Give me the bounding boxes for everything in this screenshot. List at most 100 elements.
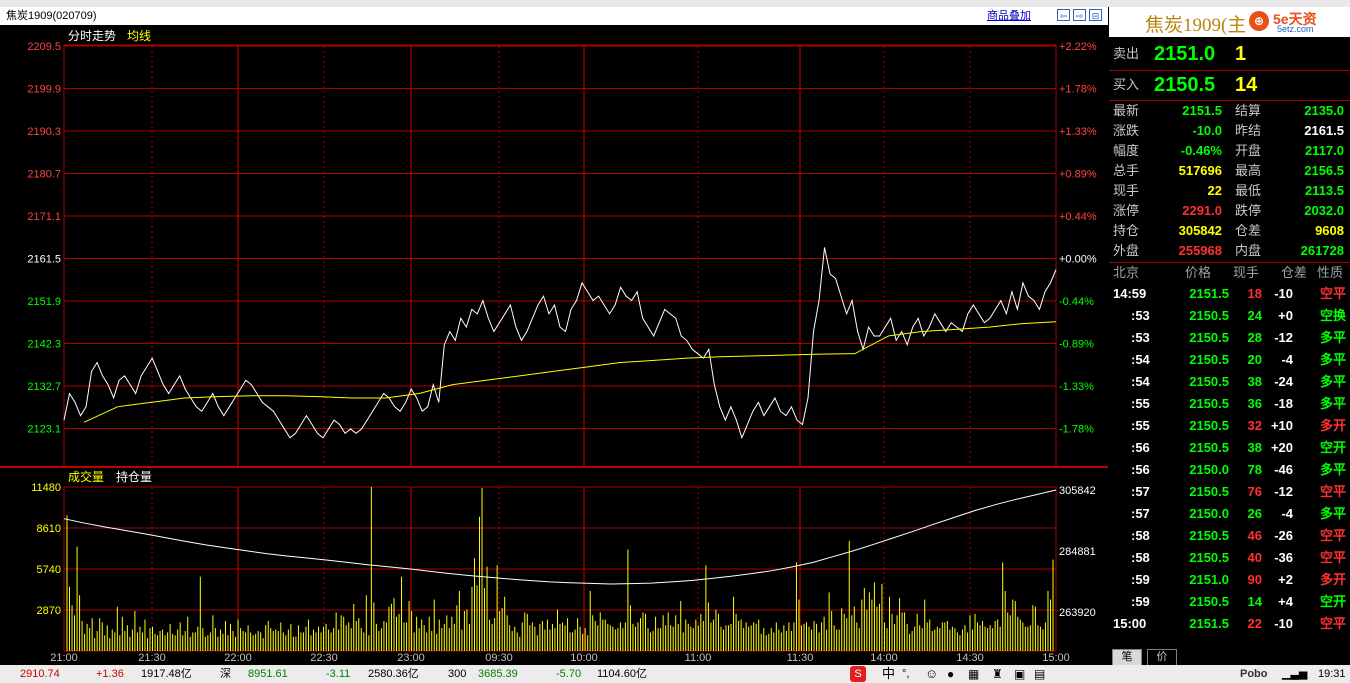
- toolbox-icon[interactable]: ▣: [1014, 665, 1025, 683]
- time-tick-label: 11:30: [787, 652, 814, 664]
- sell-qty: 1: [1235, 43, 1247, 65]
- avg-line-label: 均线: [127, 29, 151, 43]
- overlay-commodity-link[interactable]: 商品叠加: [987, 7, 1031, 25]
- tab-price[interactable]: 价: [1147, 649, 1177, 666]
- tick-row[interactable]: :59 2150.5 14 +4 空开: [1109, 591, 1350, 613]
- time-tick-label: 14:00: [870, 652, 898, 664]
- emoji-icon[interactable]: ☺: [925, 665, 938, 683]
- quote-panel: 焦炭1909(主 ⊕ 5e天资 5etz.com 卖出 2151.0 1 买入 …: [1109, 7, 1350, 666]
- tick-oi-change: +20: [1270, 440, 1293, 455]
- price-tick-label: 2142.3: [27, 339, 61, 351]
- cy-amount: 1104.60亿: [597, 668, 647, 680]
- time-tick-label: 22:00: [224, 652, 252, 664]
- tick-row[interactable]: :55 2150.5 36 -18 多平: [1109, 393, 1350, 415]
- volume-tick-label: 8610: [37, 523, 61, 535]
- tick-time: :56: [1131, 462, 1150, 477]
- chart-grid: [0, 44, 1108, 652]
- tick-row[interactable]: 15:00 2151.5 22 -10 空平: [1109, 613, 1350, 635]
- tick-qty: 14: [1247, 594, 1262, 609]
- stat-label: 幅度: [1113, 143, 1140, 158]
- buy-price: 2150.5: [1154, 74, 1216, 96]
- stat-label: 昨结: [1235, 123, 1262, 138]
- tick-oi-change: -10: [1274, 616, 1293, 631]
- tick-row[interactable]: :54 2150.5 20 -4 多平: [1109, 349, 1350, 371]
- tick-type: 多平: [1319, 462, 1346, 477]
- tick-row[interactable]: :53 2150.5 28 -12 多平: [1109, 327, 1350, 349]
- tab-trades[interactable]: 笔: [1112, 649, 1142, 666]
- sz-index[interactable]: 8951.61: [248, 665, 288, 683]
- tick-price: 2150.5: [1189, 330, 1229, 345]
- ime-mode[interactable]: 中: [882, 665, 895, 683]
- toggle-panel-icon[interactable]: ⊟: [1089, 9, 1102, 21]
- pct-tick-label: +0.00%: [1059, 254, 1097, 266]
- grid-icon[interactable]: ▤: [1034, 665, 1045, 683]
- tick-time: :57: [1131, 484, 1150, 499]
- cy-index[interactable]: 3685.39: [478, 665, 518, 683]
- tick-time: :59: [1131, 594, 1150, 609]
- tick-price: 2150.5: [1189, 550, 1229, 565]
- brand-label: Pobo: [1240, 668, 1268, 680]
- logo-mark-icon: ⊕: [1249, 11, 1269, 31]
- time-tick-label: 23:00: [397, 652, 425, 664]
- stat-value: 2156.5: [1304, 163, 1344, 178]
- tick-qty: 26: [1247, 506, 1262, 521]
- time-tick-label: 14:30: [956, 652, 984, 664]
- tick-row[interactable]: :56 2150.0 78 -46 多平: [1109, 459, 1350, 481]
- tick-row[interactable]: :56 2150.5 38 +20 空开: [1109, 437, 1350, 459]
- tick-qty: 78: [1247, 462, 1262, 477]
- sh-index[interactable]: 2910.74: [20, 665, 60, 683]
- oi-tick-label: 305842: [1059, 485, 1096, 497]
- tick-qty: 22: [1247, 616, 1262, 631]
- prev-arrow-icon[interactable]: ⇦: [1057, 9, 1070, 21]
- stat-value: 2151.5: [1182, 103, 1222, 118]
- tick-row[interactable]: :57 2150.0 26 -4 多平: [1109, 503, 1350, 525]
- sell-row: 卖出 2151.0 1: [1109, 39, 1350, 69]
- stat-row: 幅度 -0.46% 开盘 2117.0: [1109, 141, 1350, 161]
- stat-value: 517696: [1178, 163, 1222, 178]
- tick-row[interactable]: :59 2151.0 90 +2 多开: [1109, 569, 1350, 591]
- sz-market-label: 深: [220, 668, 231, 680]
- tick-row[interactable]: :54 2150.5 38 -24 多平: [1109, 371, 1350, 393]
- mic-icon[interactable]: ●: [947, 665, 954, 683]
- tick-type: 空平: [1319, 616, 1346, 631]
- tick-oi-change: +2: [1278, 572, 1293, 587]
- intraday-chart[interactable]: 分时走势 均线 2209.5 +2.22% 2199.9 +1.78% 2190.3 +1…: [0, 25, 1108, 665]
- tick-row[interactable]: 14:59 2151.5 18 -10 空平: [1109, 283, 1350, 305]
- tick-oi-change: -26: [1274, 528, 1293, 543]
- tick-type: 空平: [1319, 550, 1346, 565]
- keyboard-icon[interactable]: ▦: [968, 665, 979, 683]
- tick-row[interactable]: :55 2150.5 32 +10 多开: [1109, 415, 1350, 437]
- tick-type: 多平: [1319, 506, 1346, 521]
- clothes-icon[interactable]: ♜: [992, 665, 1003, 683]
- pct-tick-label: -0.89%: [1059, 339, 1094, 351]
- input-method-icon[interactable]: S: [850, 666, 866, 682]
- tick-price: 2150.5: [1189, 528, 1229, 543]
- ime-punct-icon[interactable]: °,: [902, 665, 909, 683]
- stat-value: 261728: [1300, 243, 1344, 258]
- tick-qty: 32: [1247, 418, 1262, 433]
- stat-label: 开盘: [1235, 143, 1262, 158]
- price-tick-label: 2161.5: [27, 254, 61, 266]
- sz-amount: 2580.36亿: [368, 668, 419, 680]
- tick-type: 空开: [1319, 440, 1346, 455]
- stat-row: 持仓 305842 仓差 9608: [1109, 221, 1350, 241]
- stat-value: -10.0: [1192, 123, 1222, 138]
- tick-row[interactable]: :58 2150.5 46 -26 空平: [1109, 525, 1350, 547]
- tick-row[interactable]: :57 2150.5 76 -12 空平: [1109, 481, 1350, 503]
- tick-price: 2150.5: [1189, 418, 1229, 433]
- tick-row[interactable]: :58 2150.5 40 -36 空平: [1109, 547, 1350, 569]
- next-arrow-icon[interactable]: ⇨: [1073, 9, 1086, 21]
- stat-label: 内盘: [1235, 243, 1262, 258]
- tick-type: 多平: [1319, 374, 1346, 389]
- stat-value: 22: [1207, 183, 1222, 198]
- time-tick-label: 11:00: [685, 652, 712, 664]
- pct-tick-label: +2.22%: [1059, 41, 1097, 53]
- tick-price: 2150.5: [1189, 594, 1229, 609]
- stat-label: 涨停: [1113, 203, 1140, 218]
- tick-price: 2150.5: [1189, 440, 1229, 455]
- oi-tick-label: 263920: [1059, 607, 1096, 619]
- tick-oi-change: -4: [1281, 352, 1293, 367]
- tick-row[interactable]: :53 2150.5 24 +0 空换: [1109, 305, 1350, 327]
- price-tick-label: 2199.9: [27, 84, 61, 96]
- price-frame: [63, 44, 1057, 468]
